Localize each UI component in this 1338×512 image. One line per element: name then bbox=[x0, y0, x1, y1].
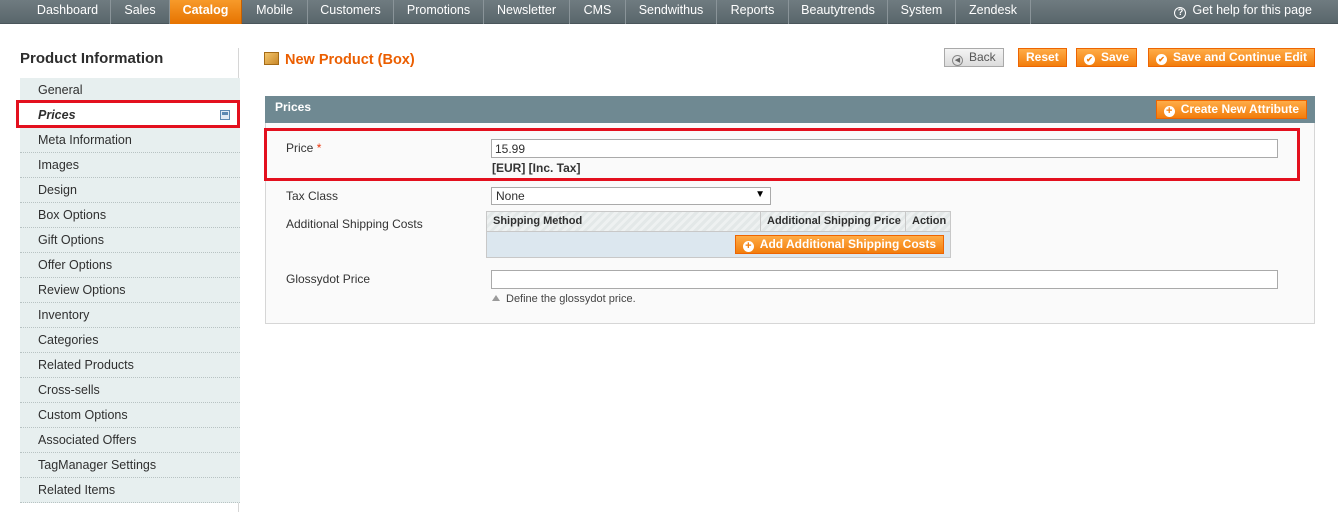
grid-body: + Add Additional Shipping Costs bbox=[487, 232, 950, 257]
col-shipping-method: Shipping Method bbox=[487, 212, 761, 232]
tab-prices[interactable]: Prices bbox=[20, 103, 240, 128]
shipping-costs-label: Additional Shipping Costs bbox=[286, 217, 423, 231]
nav-sales[interactable]: Sales bbox=[111, 0, 170, 24]
glossydot-note: Define the glossydot price. bbox=[492, 293, 636, 305]
tax-class-label: Tax Class bbox=[286, 189, 339, 203]
nav-promotions[interactable]: Promotions bbox=[394, 0, 484, 24]
tab-custom-options[interactable]: Custom Options bbox=[20, 403, 240, 428]
nav-dashboard[interactable]: Dashboard bbox=[25, 0, 111, 24]
nav-zendesk[interactable]: Zendesk bbox=[956, 0, 1031, 24]
tab-related-items[interactable]: Related Items bbox=[20, 478, 240, 503]
top-navigation: Dashboard Sales Catalog Mobile Customers… bbox=[0, 0, 1338, 24]
help-label: Get help for this page bbox=[1192, 3, 1312, 17]
grid-header: Shipping Method Additional Shipping Pric… bbox=[487, 212, 950, 232]
glossydot-price-input[interactable] bbox=[491, 270, 1278, 289]
note-triangle-icon bbox=[492, 295, 500, 301]
tab-associated-offers[interactable]: Associated Offers bbox=[20, 428, 240, 453]
tab-images[interactable]: Images bbox=[20, 153, 240, 178]
nav-catalog[interactable]: Catalog bbox=[170, 0, 242, 24]
glossydot-price-label: Glossydot Price bbox=[286, 272, 371, 286]
create-attribute-label: Create New Attribute bbox=[1180, 102, 1299, 116]
price-label: Price * bbox=[286, 141, 321, 155]
box-icon bbox=[264, 52, 279, 65]
shipping-costs-grid: Shipping Method Additional Shipping Pric… bbox=[486, 211, 951, 258]
back-label: Back bbox=[969, 50, 996, 64]
tab-review-options[interactable]: Review Options bbox=[20, 278, 240, 303]
page-title: New Product (Box) bbox=[264, 52, 415, 68]
nav-mobile[interactable]: Mobile bbox=[242, 0, 308, 24]
tab-related-products[interactable]: Related Products bbox=[20, 353, 240, 378]
tab-box-options[interactable]: Box Options bbox=[20, 203, 240, 228]
nav-reports[interactable]: Reports bbox=[717, 0, 789, 24]
reset-button[interactable]: Reset bbox=[1018, 48, 1067, 67]
save-button[interactable]: ✔ Save bbox=[1076, 48, 1138, 67]
save-label: Save bbox=[1101, 50, 1130, 64]
price-input[interactable] bbox=[491, 139, 1278, 158]
nav-system[interactable]: System bbox=[888, 0, 956, 24]
page-title-text: New Product (Box) bbox=[285, 52, 415, 68]
add-shipping-costs-label: Add Additional Shipping Costs bbox=[759, 237, 936, 251]
tab-offer-options[interactable]: Offer Options bbox=[20, 253, 240, 278]
nav-newsletter[interactable]: Newsletter bbox=[484, 0, 570, 24]
tab-prices-label: Prices bbox=[38, 108, 76, 122]
required-mark: * bbox=[316, 141, 322, 155]
add-shipping-costs-button[interactable]: + Add Additional Shipping Costs bbox=[734, 235, 944, 254]
tab-inventory[interactable]: Inventory bbox=[20, 303, 240, 328]
help-link[interactable]: ? Get help for this page bbox=[1174, 0, 1312, 24]
col-action: Action bbox=[912, 215, 947, 227]
tab-tagmanager-settings[interactable]: TagManager Settings bbox=[20, 453, 240, 478]
nav-customers[interactable]: Customers bbox=[308, 0, 394, 24]
save-continue-label: Save and Continue Edit bbox=[1173, 50, 1308, 64]
product-tabs: General Prices Meta Information Images D… bbox=[20, 78, 240, 503]
tax-class-select[interactable]: None ▼ bbox=[491, 187, 771, 205]
plus-icon: + bbox=[742, 241, 754, 252]
nav-cms[interactable]: CMS bbox=[570, 0, 626, 24]
tab-meta-information[interactable]: Meta Information bbox=[20, 128, 240, 153]
tab-cross-sells[interactable]: Cross-sells bbox=[20, 378, 240, 403]
prices-section-header: Prices + Create New Attribute bbox=[265, 96, 1315, 123]
glossydot-note-text: Define the glossydot price. bbox=[506, 293, 636, 305]
changed-icon bbox=[220, 110, 230, 120]
section-title: Prices bbox=[275, 100, 312, 114]
tab-gift-options[interactable]: Gift Options bbox=[20, 228, 240, 253]
tax-class-value: None bbox=[496, 189, 525, 203]
price-currency-note: [EUR] [Inc. Tax] bbox=[492, 161, 581, 175]
col-additional-shipping-price: Additional Shipping Price bbox=[761, 212, 906, 232]
tab-design[interactable]: Design bbox=[20, 178, 240, 203]
dropdown-arrow-icon: ▼ bbox=[755, 189, 765, 200]
back-button[interactable]: ◀ Back bbox=[944, 48, 1004, 67]
tab-categories[interactable]: Categories bbox=[20, 328, 240, 353]
back-arrow-icon: ◀ bbox=[952, 55, 963, 66]
plus-icon: + bbox=[1163, 106, 1175, 117]
create-attribute-button[interactable]: + Create New Attribute bbox=[1155, 100, 1307, 119]
check-icon: ✔ bbox=[1084, 54, 1095, 65]
nav-beautytrends[interactable]: Beautytrends bbox=[789, 0, 888, 24]
sidebar-title: Product Information bbox=[20, 50, 164, 67]
tab-general[interactable]: General bbox=[20, 78, 240, 103]
check-icon: ✔ bbox=[1156, 54, 1167, 65]
price-label-text: Price bbox=[286, 141, 314, 155]
help-icon: ? bbox=[1174, 7, 1187, 19]
nav-sendwithus[interactable]: Sendwithus bbox=[626, 0, 717, 24]
save-continue-button[interactable]: ✔ Save and Continue Edit bbox=[1148, 48, 1316, 67]
